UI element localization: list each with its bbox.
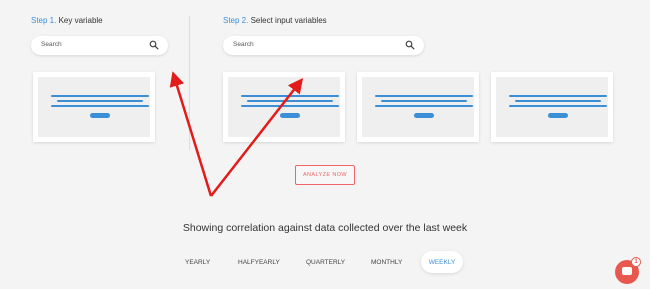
tab-monthly[interactable]: MONTHLY [371,259,402,266]
key-variable-search[interactable]: Search [31,36,168,55]
step1-label: Key variable [58,16,103,25]
key-variable-search-placeholder: Search [41,41,62,48]
analyze-now-button[interactable]: ANALYZE NOW [295,165,355,185]
input-variables-search[interactable]: Search [223,36,424,55]
tab-weekly[interactable]: WEEKLY [421,251,463,273]
placeholder-line [51,105,149,107]
step2-title: Step 2. Select input variables [223,16,327,25]
step2-label: Select input variables [250,16,327,25]
placeholder-pill [548,113,568,118]
placeholder-pill [90,113,110,118]
chat-notification-badge: 1 [631,257,641,267]
card-placeholder [228,77,340,137]
chat-launcher-button[interactable]: 1 [615,257,641,284]
correlation-heading: Showing correlation against data collect… [182,222,468,234]
placeholder-line [241,95,339,97]
card-placeholder [496,77,608,137]
tab-halfyearly[interactable]: HALFYEARLY [238,259,280,266]
placeholder-line [241,105,339,107]
placeholder-line [247,100,333,102]
step2-number: Step 2. [223,16,249,25]
tab-quarterly[interactable]: QUARTERLY [306,259,345,266]
card-placeholder [38,77,150,137]
input-variable-card[interactable] [491,72,613,142]
placeholder-line [509,95,607,97]
input-variables-search-placeholder: Search [233,41,254,48]
step-divider [189,16,190,150]
placeholder-line [375,95,473,97]
input-variable-card[interactable] [223,72,345,142]
card-placeholder [362,77,474,137]
placeholder-line [515,100,601,102]
placeholder-line [381,100,467,102]
placeholder-line [51,95,149,97]
input-variable-card[interactable] [357,72,479,142]
placeholder-line [509,105,607,107]
placeholder-line [57,100,143,102]
placeholder-line [375,105,473,107]
tab-weekly-label: WEEKLY [428,259,456,266]
tab-yearly[interactable]: YEARLY [185,259,210,266]
step1-number: Step 1. [31,16,57,25]
step1-title: Step 1. Key variable [31,16,103,25]
search-icon[interactable] [405,40,415,50]
search-icon[interactable] [149,40,159,50]
annotation-arrow-to-key-variable [169,71,213,197]
placeholder-pill [414,113,434,118]
placeholder-pill [280,113,300,118]
key-variable-card[interactable] [33,72,155,142]
